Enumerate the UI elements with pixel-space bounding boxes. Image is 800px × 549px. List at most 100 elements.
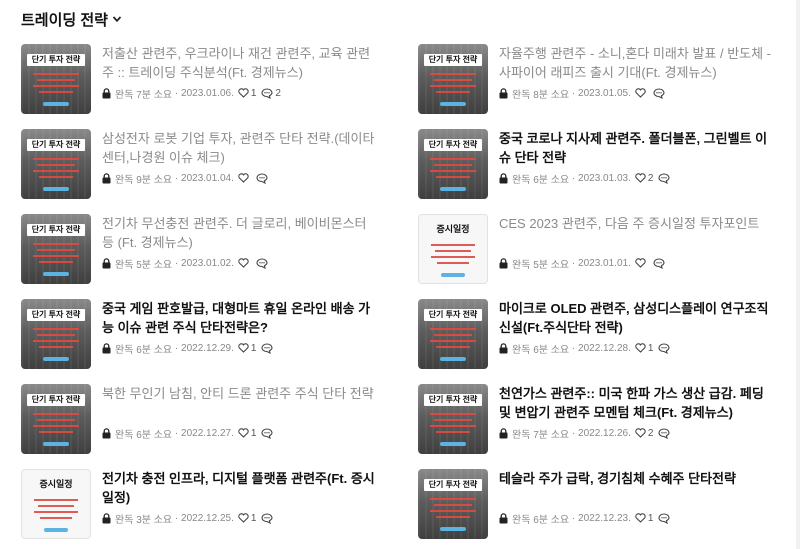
heart-icon[interactable]: [238, 343, 249, 353]
comment-icon[interactable]: [658, 172, 670, 184]
thumbnail-line: [33, 340, 79, 342]
meta-separator: ·: [172, 512, 182, 524]
post-title[interactable]: 테슬라 주가 급락, 경기침체 수혜주 단타전략: [499, 469, 774, 488]
lock-icon: [499, 342, 508, 354]
meta-separator: ·: [569, 512, 579, 524]
thumbnail-title: 단기 투자 전략: [424, 309, 482, 321]
post-thumbnail[interactable]: 단기 투자 전략: [418, 299, 488, 369]
post-thumbnail[interactable]: 증시일정: [21, 469, 91, 539]
post-title[interactable]: 마이크로 OLED 관련주, 삼성디스플레이 연구조직 신설(Ft.주식단타 전…: [499, 299, 774, 337]
thumbnail-title: 단기 투자 전략: [27, 309, 85, 321]
thumbnail-line: [33, 85, 79, 87]
post-title[interactable]: 중국 코로나 지사제 관련주. 폴더블폰, 그린벨트 이슈 단타 전략: [499, 129, 774, 167]
comment-icon[interactable]: [256, 257, 268, 269]
post-card[interactable]: 단기 투자 전략 전기차 무선충전 관련주. 더 글로리, 베이비몬스터 등 (F…: [21, 214, 381, 286]
thumbnail-line: [436, 431, 470, 433]
thumbnail-line: [430, 85, 476, 87]
post-date: 2022.12.27.: [181, 427, 234, 439]
heart-icon[interactable]: [238, 428, 249, 438]
post-meta: 완독 7분 소요 · 2022.12.26. 2: [499, 426, 672, 441]
comment-icon[interactable]: [658, 342, 670, 354]
read-time: 6분 소요: [533, 514, 570, 526]
read-status: 완독: [115, 429, 134, 441]
read-time: 6분 소요: [136, 429, 173, 441]
heart-icon[interactable]: [635, 258, 646, 268]
post-meta: 완독 5분 소요 · 2023.01.01.: [499, 256, 667, 271]
post-thumbnail[interactable]: 단기 투자 전략: [21, 129, 91, 199]
post-title[interactable]: CES 2023 관련주, 다음 주 증시일정 투자포인트: [499, 214, 774, 233]
comment-icon[interactable]: [261, 342, 273, 354]
post-card[interactable]: 단기 투자 전략 중국 코로나 지사제 관련주. 폴더블폰, 그린벨트 이슈 단타…: [418, 129, 778, 201]
heart-icon[interactable]: [238, 88, 249, 98]
post-title[interactable]: 삼성전자 로봇 기업 투자, 관련주 단타 전략.(데이타센터,나경원 이슈 체…: [102, 129, 377, 167]
heart-icon[interactable]: [238, 513, 249, 523]
comment-icon[interactable]: [261, 87, 273, 99]
lock-icon: [499, 257, 508, 269]
post-meta: 완독 6분 소요 · 2022.12.23. 1: [499, 511, 672, 526]
comment-icon[interactable]: [261, 427, 273, 439]
heart-icon[interactable]: [238, 258, 249, 268]
post-card[interactable]: 단기 투자 전략 삼성전자 로봇 기업 투자, 관련주 단타 전략.(데이타센터,…: [21, 129, 381, 201]
thumbnail-line: [434, 504, 472, 506]
comment-icon[interactable]: [261, 512, 273, 524]
post-thumbnail[interactable]: 단기 투자 전략: [418, 469, 488, 539]
post-thumbnail[interactable]: 단기 투자 전략: [21, 384, 91, 454]
meta-separator: ·: [569, 427, 579, 439]
thumbnail-line: [34, 511, 78, 513]
post-card[interactable]: 단기 투자 전략 북한 무인기 남침, 안티 드론 관련주 주식 단타 전략 완독 …: [21, 384, 381, 456]
post-card[interactable]: 단기 투자 전략 자율주행 관련주 - 소니,혼다 미래차 발표 / 반도체 - …: [418, 44, 778, 116]
heart-icon[interactable]: [238, 173, 249, 183]
post-card[interactable]: 단기 투자 전략 저출산 관련주, 우크라이나 재건 관련주, 교육 관련주 ::…: [21, 44, 381, 116]
post-title[interactable]: 천연가스 관련주:: 미국 한파 가스 생산 급감. 페딩 및 변압기 관련주 …: [499, 384, 774, 422]
thumbnail-tag: [43, 102, 69, 106]
thumbnail-line: [37, 249, 75, 251]
post-thumbnail[interactable]: 단기 투자 전략: [418, 384, 488, 454]
read-status: 완독: [512, 89, 531, 101]
post-title[interactable]: 중국 게임 판호발급, 대형마트 휴일 온라인 배송 가능 이슈 관련 주식 단…: [102, 299, 377, 337]
like-count: 1: [647, 512, 654, 524]
post-thumbnail[interactable]: 단기 투자 전략: [21, 299, 91, 369]
post-date: 2022.12.25.: [181, 512, 234, 524]
heart-icon[interactable]: [635, 88, 646, 98]
post-title[interactable]: 저출산 관련주, 우크라이나 재건 관련주, 교육 관련주 :: 트레이딩 주식…: [102, 44, 377, 82]
post-meta: 완독 6분 소요 · 2023.01.03. 2: [499, 171, 672, 186]
heart-icon[interactable]: [635, 428, 646, 438]
thumbnail-line: [33, 328, 79, 330]
thumbnail-line: [431, 244, 475, 246]
read-time: 5분 소요: [533, 259, 570, 271]
heart-icon[interactable]: [635, 513, 646, 523]
post-card[interactable]: 증시일정 전기차 충전 인프라, 디지털 플랫폼 관련주(Ft. 증시일정) 완독 …: [21, 469, 381, 541]
read-status: 완독: [512, 429, 531, 441]
thumbnail-title: 단기 투자 전략: [424, 479, 482, 491]
thumbnail-tag: [43, 357, 69, 361]
thumbnail-line: [39, 176, 73, 178]
comment-icon[interactable]: [653, 257, 665, 269]
post-card[interactable]: 단기 투자 전략 테슬라 주가 급락, 경기침체 수혜주 단타전략완독 6분 소요…: [418, 469, 778, 541]
post-card[interactable]: 증시일정 CES 2023 관련주, 다음 주 증시일정 투자포인트완독 5분 소…: [418, 214, 778, 286]
comment-icon[interactable]: [658, 512, 670, 524]
heart-icon[interactable]: [635, 343, 646, 353]
post-thumbnail[interactable]: 증시일정: [418, 214, 488, 284]
post-thumbnail[interactable]: 단기 투자 전략: [21, 214, 91, 284]
read-status: 완독: [115, 89, 134, 101]
post-date: 2023.01.05.: [578, 87, 631, 99]
post-meta: 완독 3분 소요 · 2022.12.25. 1: [102, 511, 275, 526]
post-thumbnail[interactable]: 단기 투자 전략: [418, 129, 488, 199]
post-card[interactable]: 단기 투자 전략 중국 게임 판호발급, 대형마트 휴일 온라인 배송 가능 이슈…: [21, 299, 381, 371]
comment-icon[interactable]: [653, 87, 665, 99]
meta-separator: ·: [569, 87, 579, 99]
post-title[interactable]: 북한 무인기 남침, 안티 드론 관련주 주식 단타 전략: [102, 384, 377, 403]
like-count: 1: [250, 427, 257, 439]
scrollbar[interactable]: [796, 0, 800, 549]
post-card[interactable]: 단기 투자 전략 마이크로 OLED 관련주, 삼성디스플레이 연구조직 신설(F…: [418, 299, 778, 371]
post-thumbnail[interactable]: 단기 투자 전략: [418, 44, 488, 114]
comment-icon[interactable]: [256, 172, 268, 184]
heart-icon[interactable]: [635, 173, 646, 183]
post-title[interactable]: 전기차 충전 인프라, 디지털 플랫폼 관련주(Ft. 증시일정): [102, 469, 377, 507]
thumbnail-title: 단기 투자 전략: [424, 54, 482, 66]
post-title[interactable]: 자율주행 관련주 - 소니,혼다 미래차 발표 / 반도체 - 사파이어 래피즈…: [499, 44, 774, 82]
post-title[interactable]: 전기차 무선충전 관련주. 더 글로리, 베이비몬스터 등 (Ft. 경제뉴스): [102, 214, 377, 252]
post-card[interactable]: 단기 투자 전략 천연가스 관련주:: 미국 한파 가스 생산 급감. 페딩 및 …: [418, 384, 778, 456]
comment-icon[interactable]: [658, 427, 670, 439]
post-thumbnail[interactable]: 단기 투자 전략: [21, 44, 91, 114]
